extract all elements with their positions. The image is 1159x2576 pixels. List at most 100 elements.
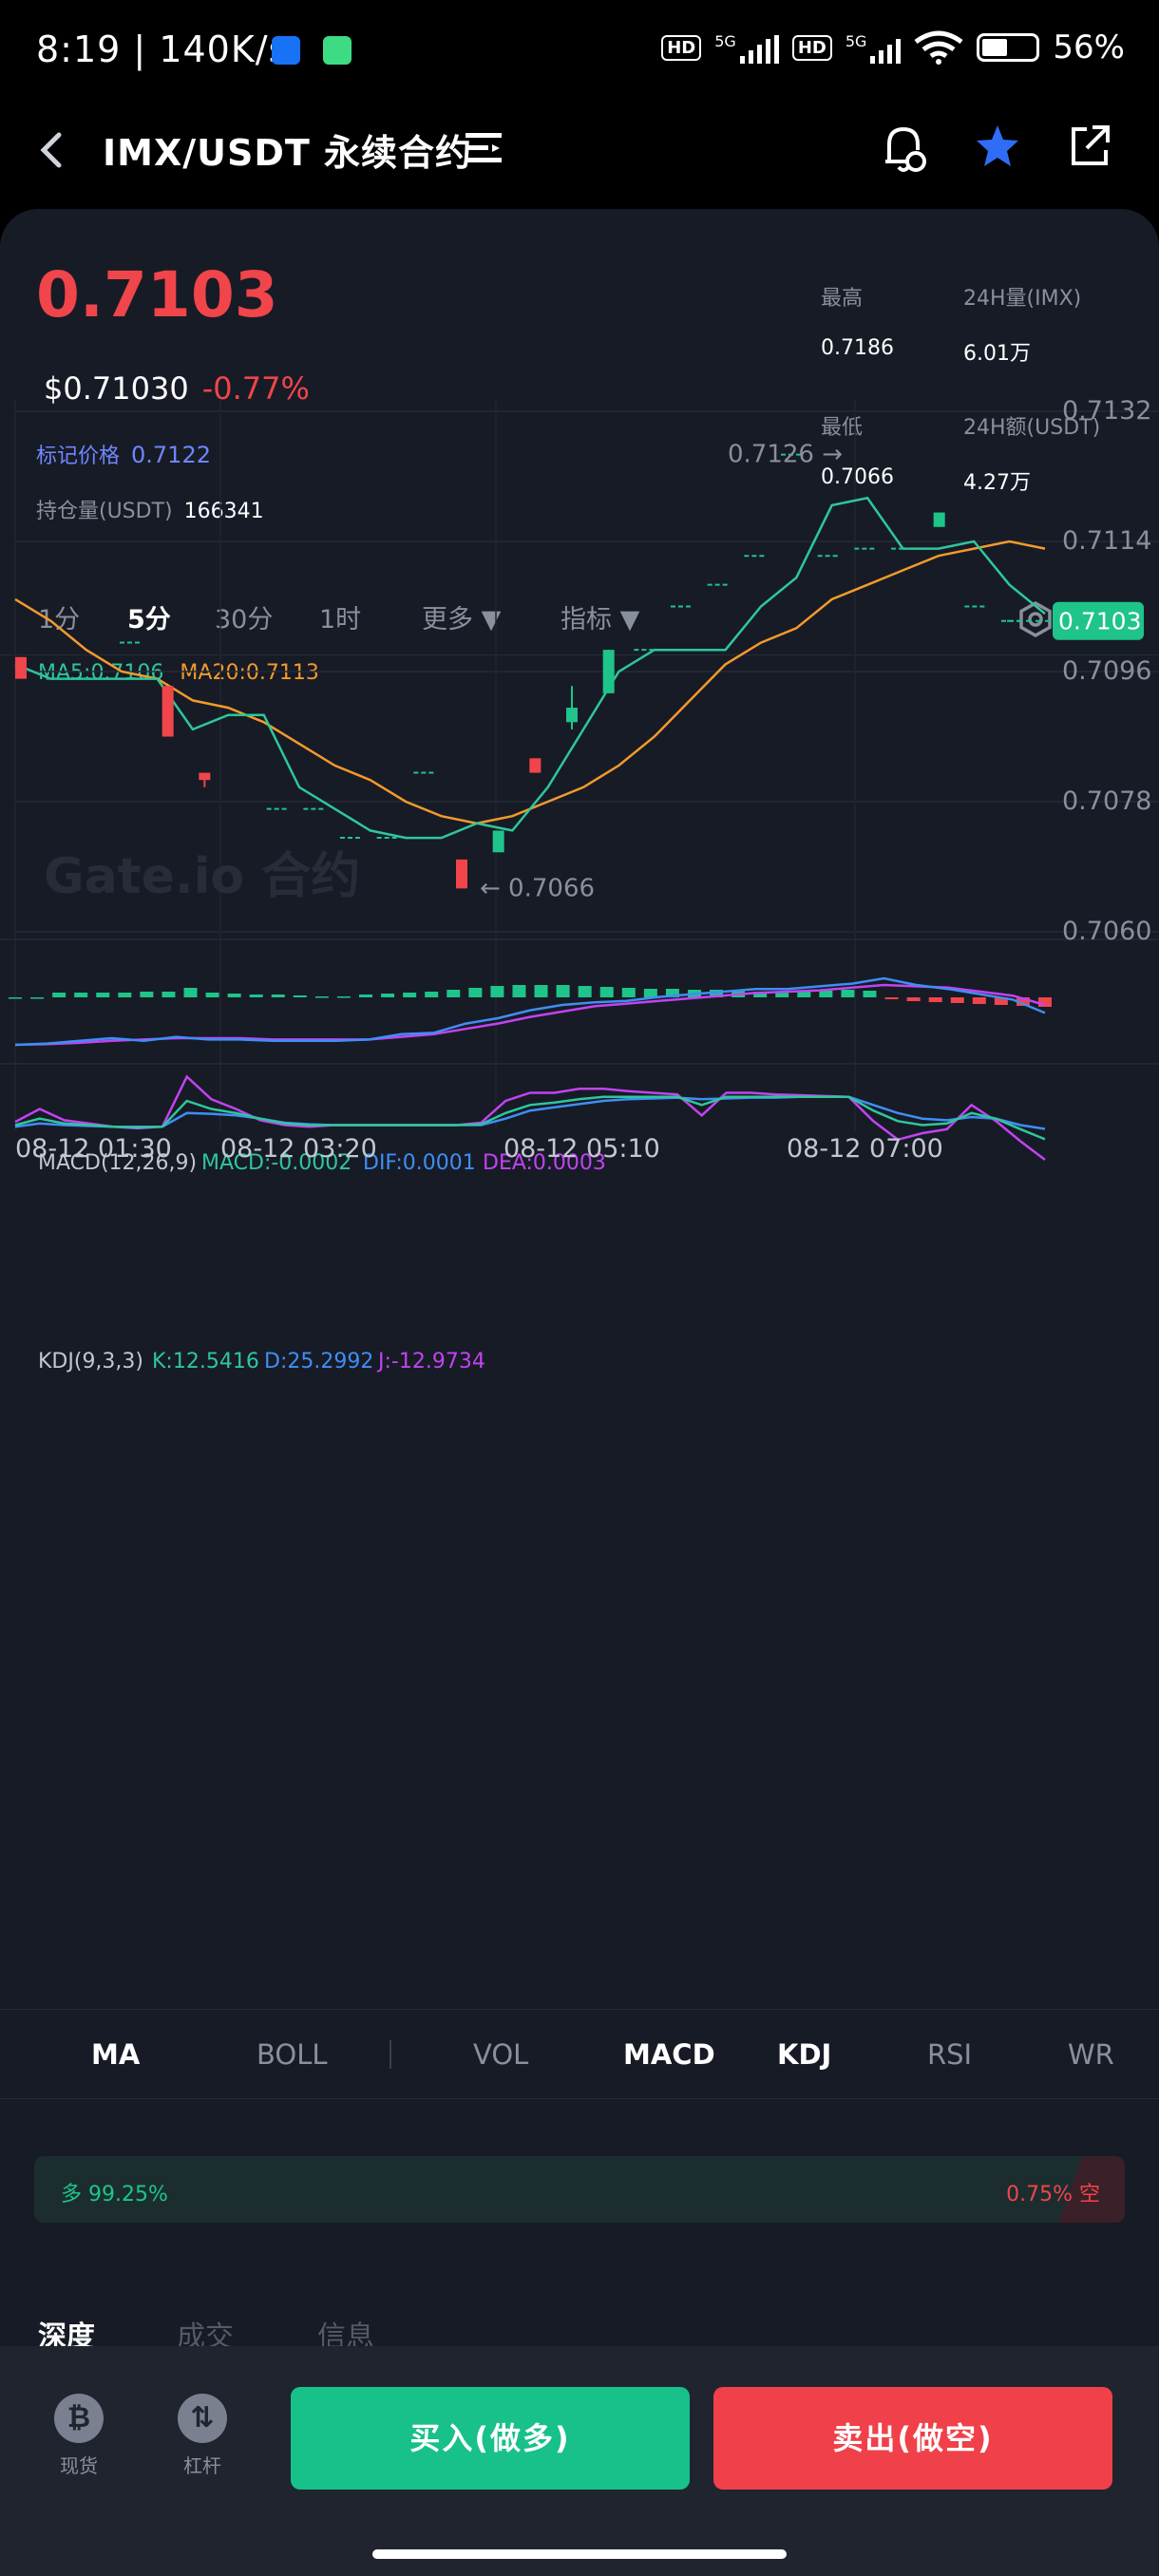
macd-bar: [863, 991, 877, 997]
dif-value: DIF:0.0001: [363, 1151, 476, 1175]
macd-bar: [227, 994, 241, 997]
last-price-tag: 0.7103: [1058, 608, 1141, 635]
y-axis-labels: 0.7132 0.7114 0.7096 0.7078 0.7060: [1062, 399, 1151, 946]
macd-bar: [819, 991, 833, 997]
min-price-annotation: ← 0.7066: [480, 874, 595, 902]
vol-label: 24H量(IMX): [963, 287, 1082, 311]
macd-bar: [140, 992, 154, 997]
hd-icon-2: HD: [791, 34, 832, 61]
battery-icon: [977, 33, 1040, 62]
macd-bar: [841, 990, 855, 997]
macd-bar: [52, 993, 66, 997]
y-tick-label: 0.7078: [1062, 786, 1151, 816]
sell-short-button[interactable]: 卖出(做空): [713, 2387, 1112, 2490]
price-alert-icon[interactable]: [880, 122, 927, 175]
top-nav: IMX/USDT 永续合约: [0, 104, 1159, 209]
macd-bar: [118, 993, 132, 997]
watermark: Gate.io 合约: [44, 848, 360, 905]
macd-bar: [884, 997, 899, 999]
itab-ma[interactable]: MA: [91, 2038, 140, 2071]
macd-bar: [381, 994, 395, 997]
favorite-star-icon[interactable]: [973, 122, 1022, 171]
status-bar: 8:19 | 140K/s HD 5G HD 5G 56%: [0, 0, 1159, 104]
macd-bar: [359, 994, 373, 997]
long-ratio: 多 99.25%: [61, 2183, 168, 2207]
itab-macd[interactable]: MACD: [623, 2038, 715, 2071]
app-screen: 8:19 | 140K/s HD 5G HD 5G 56% IMX/USDT 永…: [0, 0, 1159, 2576]
high-label: 最高: [821, 287, 864, 311]
y-tick-label: 0.7060: [1062, 917, 1151, 946]
macd-bar: [490, 986, 504, 997]
indicator-tabs: MA BOLL VOL MACD KDJ RSI WR: [0, 2009, 1159, 2099]
macd-bar: [425, 992, 439, 997]
spot-shortcut[interactable]: ₿ 现货: [36, 2394, 122, 2478]
candle-body: [492, 830, 504, 853]
macd-bar: [906, 997, 921, 1001]
candle-body: [456, 859, 467, 889]
x-axis-labels: 08-12 01:30 08-12 03:20 08-12 05:10 08-12 0…: [15, 1134, 943, 1164]
itab-boll[interactable]: BOLL: [256, 2038, 328, 2071]
x-tick-label: 08-12 05:10: [504, 1134, 660, 1164]
candle-body: [199, 772, 211, 781]
ma20-path: [14, 540, 1046, 825]
zhihu-app-icon: [272, 36, 300, 65]
macd-bar: [162, 992, 176, 997]
bottom-action-bar: ₿ 现货 ⇅ 杠杆 买入(做多) 卖出(做空): [0, 2346, 1159, 2576]
candle-body: [162, 686, 174, 737]
macd-bar: [9, 997, 22, 999]
buy-long-button[interactable]: 买入(做多): [291, 2387, 690, 2490]
macd-bar: [972, 997, 986, 1004]
macd-bar: [205, 993, 219, 997]
itab-kdj[interactable]: KDJ: [777, 2038, 831, 2071]
macd-bar: [797, 992, 811, 997]
macd-bar: [314, 996, 329, 998]
back-arrow-icon[interactable]: [34, 127, 68, 173]
itab-wr[interactable]: WR: [1068, 2038, 1114, 2071]
chart-grid: [0, 399, 1159, 1130]
x-tick-label: 08-12 01:30: [15, 1134, 172, 1164]
macd-bar: [183, 988, 198, 997]
macd-bar: [249, 994, 263, 997]
max-price-annotation: 0.7126 →: [728, 441, 843, 469]
macd-bar: [621, 988, 636, 997]
x-tick-label: 08-12 03:20: [220, 1134, 377, 1164]
home-indicator[interactable]: [372, 2549, 787, 2559]
candle-body: [933, 512, 945, 527]
market-panel: 0.7103 $0.71030 -0.77% 标记价格 0.7122 持仓量(USD…: [0, 209, 1159, 2354]
long-short-ratio-bar: 多 99.25% 0.75% 空: [34, 2156, 1125, 2223]
itab-vol[interactable]: VOL: [473, 2038, 528, 2071]
margin-shortcut[interactable]: ⇅ 杠杆: [160, 2394, 245, 2478]
macd-bar: [928, 997, 942, 1002]
last-price: 0.7103: [36, 258, 278, 331]
macd-bar: [271, 994, 285, 997]
macd-bar: [403, 993, 417, 997]
macd-bar: [599, 987, 614, 997]
macd-bar: [578, 986, 592, 997]
macd-bar: [468, 988, 483, 997]
macd-bar: [950, 997, 964, 1003]
macd-bar: [556, 985, 570, 997]
y-tick-label: 0.7132: [1062, 399, 1151, 426]
leverage-icon: ⇅: [178, 2394, 227, 2443]
share-icon[interactable]: [1066, 122, 1113, 171]
menu-lines-icon[interactable]: [464, 125, 504, 171]
j-value: J:-12.9734: [376, 1350, 485, 1373]
dif-line: [14, 976, 1046, 1047]
high-value: 0.7186: [821, 336, 894, 360]
itab-rsi[interactable]: RSI: [927, 2038, 972, 2071]
wifi-icon: [914, 30, 963, 65]
pair-title[interactable]: IMX/USDT 永续合约: [103, 123, 472, 176]
y-tick-label: 0.7114: [1062, 526, 1151, 556]
status-right: HD 5G HD 5G 56%: [661, 28, 1125, 66]
macd-bar: [1038, 997, 1052, 1007]
macd-bar: [534, 985, 548, 997]
macd-bar: [74, 993, 88, 997]
battery-percent: 56%: [1053, 28, 1125, 66]
vol-value: 6.01万: [963, 342, 1031, 366]
macd-bar: [293, 995, 307, 997]
tab-divider: [390, 2040, 391, 2069]
hd-icon: HD: [661, 34, 702, 61]
x-tick-label: 08-12 07:00: [787, 1134, 943, 1164]
kline-chart[interactable]: Gate.io 合约 0.7132 0.7114 0.7096 0.7078 0.706…: [0, 399, 1159, 1634]
ma20-line: [14, 540, 1046, 825]
